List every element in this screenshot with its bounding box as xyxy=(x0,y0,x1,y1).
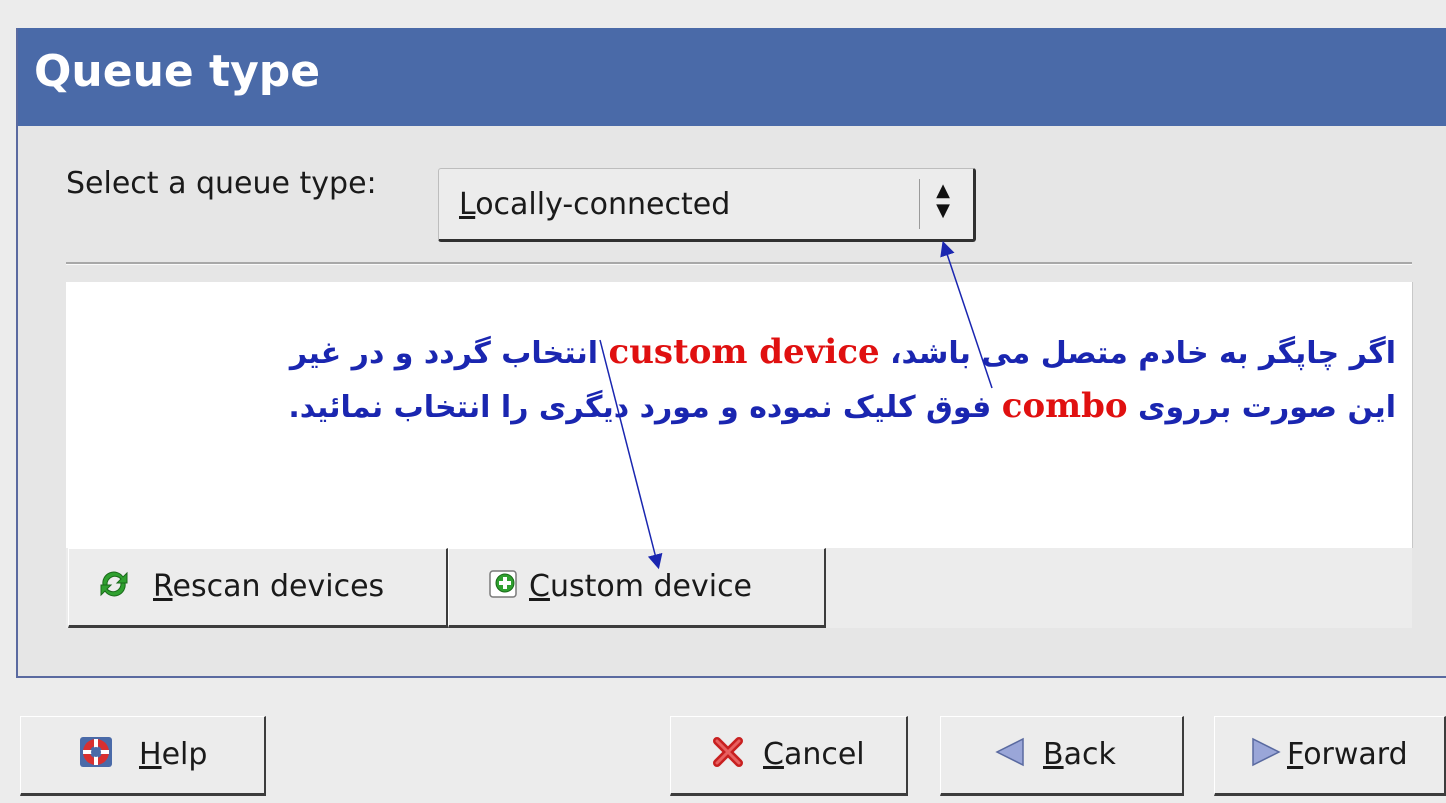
cancel-button[interactable]: Cancel xyxy=(670,716,908,796)
queue-type-combo[interactable]: Locally-connected ▲ ▼ xyxy=(438,168,976,242)
help-button[interactable]: Help xyxy=(20,716,266,796)
device-button-strip: Rescan devices Custom device xyxy=(66,548,1412,628)
combo-separator xyxy=(919,179,920,229)
queue-type-label: Select a queue type: xyxy=(66,166,377,201)
annotation-text: اگر چاپگر به خادم متصل می باشد، custom d… xyxy=(196,326,1396,434)
annotation-line-2-text-b: فوق کلیک نموده و مورد دیگری را انتخاب نم… xyxy=(288,390,1002,425)
forward-arrow-icon xyxy=(1252,737,1281,767)
annotation-line-2-highlight: combo xyxy=(1001,386,1128,426)
annotation-line-2-text-a: این صورت برروی xyxy=(1127,390,1396,425)
help-label: Help xyxy=(139,737,208,772)
queue-type-value: Locally-connected xyxy=(459,187,731,222)
device-list-panel: اگر چاپگر به خادم متصل می باشد، custom d… xyxy=(66,282,1413,548)
annotation-line-1-text-a: اگر چاپگر به خادم متصل می باشد، xyxy=(879,336,1396,371)
annotation-line-1: اگر چاپگر به خادم متصل می باشد، custom d… xyxy=(196,326,1396,380)
updown-arrows-icon: ▲ ▼ xyxy=(936,180,950,221)
custom-device-label: Custom device xyxy=(529,569,753,604)
cancel-x-icon xyxy=(713,737,743,767)
annotation-line-1-highlight: custom device xyxy=(608,332,880,372)
annotation-line-2: این صورت برروی combo فوق کلیک نموده و مو… xyxy=(196,380,1396,434)
refresh-icon xyxy=(100,571,128,597)
add-device-icon xyxy=(489,570,517,598)
forward-button[interactable]: Forward xyxy=(1214,716,1446,796)
rescan-devices-button[interactable]: Rescan devices xyxy=(68,548,448,628)
page-title: Queue type xyxy=(34,46,321,97)
horizontal-separator xyxy=(66,262,1412,265)
back-label: Back xyxy=(1043,737,1116,772)
lifebuoy-icon xyxy=(80,737,112,767)
back-button[interactable]: Back xyxy=(940,716,1184,796)
title-bar: Queue type xyxy=(18,28,1446,126)
rescan-devices-label: Rescan devices xyxy=(153,569,385,604)
annotation-line-1-text-b: انتخاب گردد و در غیر xyxy=(289,336,609,371)
back-arrow-icon xyxy=(995,737,1024,767)
forward-label: Forward xyxy=(1287,737,1408,772)
cancel-label: Cancel xyxy=(763,737,865,772)
custom-device-button[interactable]: Custom device xyxy=(448,548,826,628)
